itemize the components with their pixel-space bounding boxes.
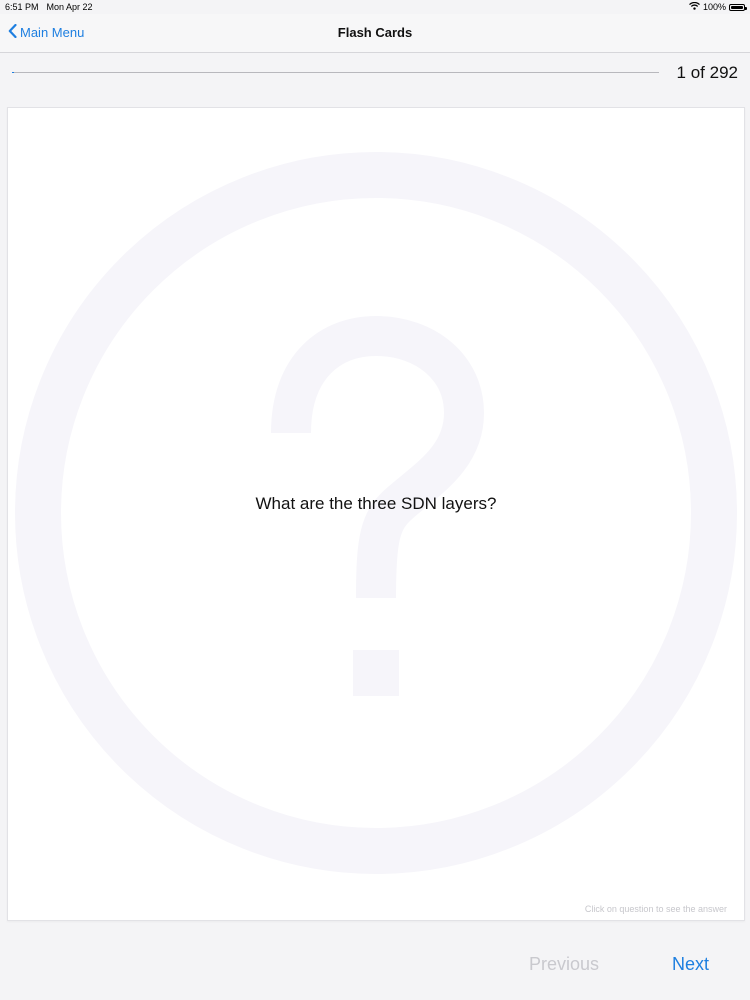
progress-bar: [12, 72, 659, 73]
progress-fill: [12, 72, 15, 73]
battery-percent: 100%: [702, 2, 726, 12]
status-date: Mon Apr 22: [46, 2, 93, 12]
question-mark-icon: [15, 152, 737, 874]
progress-row: 1 of 292: [0, 53, 750, 93]
previous-button[interactable]: Previous: [529, 954, 599, 975]
bottom-navigation: Previous Next: [0, 930, 750, 1000]
flash-card[interactable]: What are the three SDN layers? Click on …: [7, 107, 745, 921]
next-button[interactable]: Next: [672, 954, 709, 975]
status-bar: 6:51 PM Mon Apr 22 100%: [0, 0, 750, 14]
navigation-bar: Main Menu Flash Cards: [0, 14, 750, 53]
wifi-icon: [689, 1, 700, 12]
status-left: 6:51 PM Mon Apr 22: [5, 2, 93, 12]
status-right: 100%: [689, 1, 747, 12]
card-counter: 1 of 292: [676, 63, 738, 82]
card-question: What are the three SDN layers?: [255, 494, 497, 513]
status-time: 6:51 PM: [5, 2, 39, 12]
battery-level: [731, 5, 743, 9]
battery-icon: [729, 3, 747, 11]
card-hint: Click on question to see the answer: [584, 904, 727, 914]
page-title: Flash Cards: [337, 25, 413, 40]
